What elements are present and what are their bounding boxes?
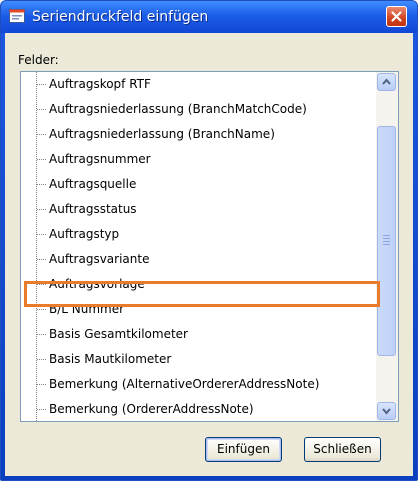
fields-tree-list[interactable]: Auftragskopf RTF Auftragsniederlassung (… (20, 71, 399, 422)
dialog-body: Felder: Auftragskopf RTF Auftragsniederl… (5, 33, 413, 476)
grip-line (383, 244, 390, 245)
grip-line (383, 241, 390, 242)
tree-connector (37, 109, 46, 110)
scroll-up-button[interactable] (377, 73, 396, 91)
list-item[interactable]: Auftragskopf RTF (21, 72, 376, 97)
list-item[interactable]: Auftragsniederlassung (BranchName) (21, 122, 376, 147)
selection-highlight-frame (24, 281, 380, 307)
title-bar[interactable]: Seriendruckfeld einfügen (1, 1, 417, 33)
list-item-label: Bemerkung (AlternativeOrdererAddressNote… (49, 377, 320, 391)
scroll-down-button[interactable] (377, 402, 396, 420)
list-item[interactable]: Auftragsstatus (21, 197, 376, 222)
close-icon (391, 11, 402, 22)
list-item[interactable]: Auftragsquelle (21, 172, 376, 197)
tree-connector (37, 134, 46, 135)
list-item-label: Basis Mautkilometer (49, 352, 172, 366)
tree-connector (37, 359, 46, 360)
close-window-button[interactable] (386, 6, 407, 27)
list-item-label: Bemerkung (OrdererAddressNote) (49, 402, 254, 416)
tree-connector (37, 84, 46, 85)
list-item[interactable]: Auftragsnummer (21, 147, 376, 172)
form-window-icon (9, 9, 25, 23)
list-item-label: Auftragsniederlassung (BranchMatchCode) (49, 102, 307, 116)
list-item-label: Auftragsquelle (49, 177, 137, 191)
tree-connector (37, 384, 46, 385)
list-item-label: Auftragsstatus (49, 202, 137, 216)
list-item-label: Auftragskopf RTF (49, 77, 151, 91)
list-item-label: Auftragsvariante (49, 252, 150, 266)
scroll-thumb[interactable] (377, 126, 396, 356)
list-item[interactable]: Basis Mautkilometer (21, 347, 376, 372)
list-item-label: Auftragstyp (49, 227, 120, 241)
tree-connector (37, 409, 46, 410)
tree-connector (37, 334, 46, 335)
fields-label: Felder: (18, 53, 59, 67)
list-item[interactable]: Bemerkung (AlternativeOrdererAddressNote… (21, 372, 376, 397)
list-item[interactable]: Auftragsniederlassung (BranchMatchCode) (21, 97, 376, 122)
list-item[interactable]: Bemerkung (OrdererAddressNote) (21, 397, 376, 421)
list-item-highlighted[interactable]: Auftragsvariante (21, 247, 376, 272)
tree-connector (37, 209, 46, 210)
tree-connector (37, 234, 46, 235)
grip-line (383, 238, 390, 239)
list-item[interactable]: Basis Gesamtkilometer (21, 322, 376, 347)
close-button[interactable]: Schließen (304, 437, 381, 462)
chevron-up-icon (382, 78, 391, 85)
tree-connector (37, 184, 46, 185)
tree-connector (37, 259, 46, 260)
list-item-label: Auftragsniederlassung (BranchName) (49, 127, 275, 141)
list-item[interactable]: Auftragstyp (21, 222, 376, 247)
chevron-down-icon (382, 408, 391, 415)
grip-line (383, 235, 390, 236)
tree-connector (37, 159, 46, 160)
dialog-window: Seriendruckfeld einfügen Felder: Auftrag… (0, 0, 418, 481)
tree-connector (37, 309, 46, 310)
insert-button[interactable]: Einfügen (205, 437, 282, 462)
vertical-scrollbar[interactable] (376, 72, 398, 421)
window-title: Seriendruckfeld einfügen (32, 9, 209, 25)
list-item-label: Basis Gesamtkilometer (49, 327, 188, 341)
list-item-label: Auftragsnummer (49, 152, 151, 166)
